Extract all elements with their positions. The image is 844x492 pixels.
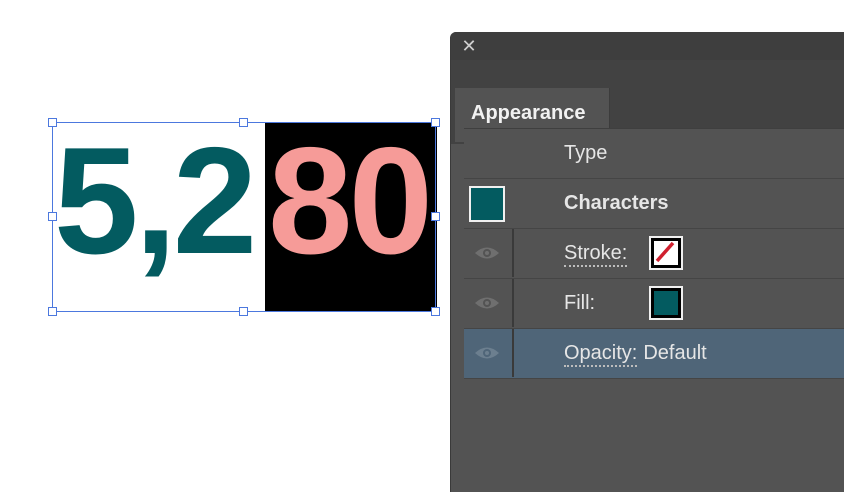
row-label-characters: Characters bbox=[564, 192, 669, 214]
eye-icon bbox=[475, 347, 499, 359]
resize-handle-right[interactable] bbox=[431, 212, 440, 221]
appearance-row-characters[interactable]: Characters bbox=[464, 179, 844, 229]
appearance-row-stroke[interactable]: Stroke: bbox=[464, 229, 844, 279]
resize-handle-top-left[interactable] bbox=[48, 118, 57, 127]
stroke-label-link[interactable]: Stroke: bbox=[564, 242, 628, 267]
resize-handle-top[interactable] bbox=[239, 118, 248, 127]
selection-bounding-box bbox=[52, 122, 436, 312]
resize-handle-bottom-right[interactable] bbox=[431, 307, 440, 316]
characters-thumbnail bbox=[469, 186, 505, 222]
visibility-toggle-stroke[interactable] bbox=[464, 229, 514, 277]
opacity-label-link[interactable]: Opacity: bbox=[564, 342, 638, 367]
resize-handle-top-right[interactable] bbox=[431, 118, 440, 127]
text-object[interactable]: 5,2 80 bbox=[0, 0, 450, 492]
appearance-row-fill[interactable]: Fill: bbox=[464, 279, 844, 329]
resize-handle-left[interactable] bbox=[48, 212, 57, 221]
row-label-fill: Fill: bbox=[564, 292, 596, 314]
eye-icon bbox=[475, 297, 499, 309]
close-icon[interactable]: ✕ bbox=[459, 36, 479, 56]
panel-titlebar[interactable]: ✕ bbox=[451, 32, 844, 60]
eye-icon bbox=[475, 247, 499, 259]
tab-appearance-label: Appearance bbox=[471, 102, 586, 124]
resize-handle-bottom[interactable] bbox=[239, 307, 248, 316]
none-swatch-icon bbox=[655, 241, 675, 263]
opacity-value: Default bbox=[643, 342, 707, 364]
visibility-toggle-fill[interactable] bbox=[464, 279, 514, 327]
appearance-panel: ✕ Appearance Type Characters Stroke: Fil… bbox=[450, 32, 844, 492]
appearance-row-type[interactable]: Type bbox=[464, 129, 844, 179]
stroke-swatch[interactable] bbox=[649, 236, 683, 270]
fill-swatch[interactable] bbox=[649, 286, 683, 320]
visibility-toggle-opacity[interactable] bbox=[464, 329, 514, 377]
appearance-attribute-list: Type Characters Stroke: Fill: Opacity: D… bbox=[464, 128, 844, 379]
row-label-type: Type bbox=[564, 142, 608, 164]
resize-handle-bottom-left[interactable] bbox=[48, 307, 57, 316]
appearance-row-opacity[interactable]: Opacity: Default bbox=[464, 329, 844, 379]
